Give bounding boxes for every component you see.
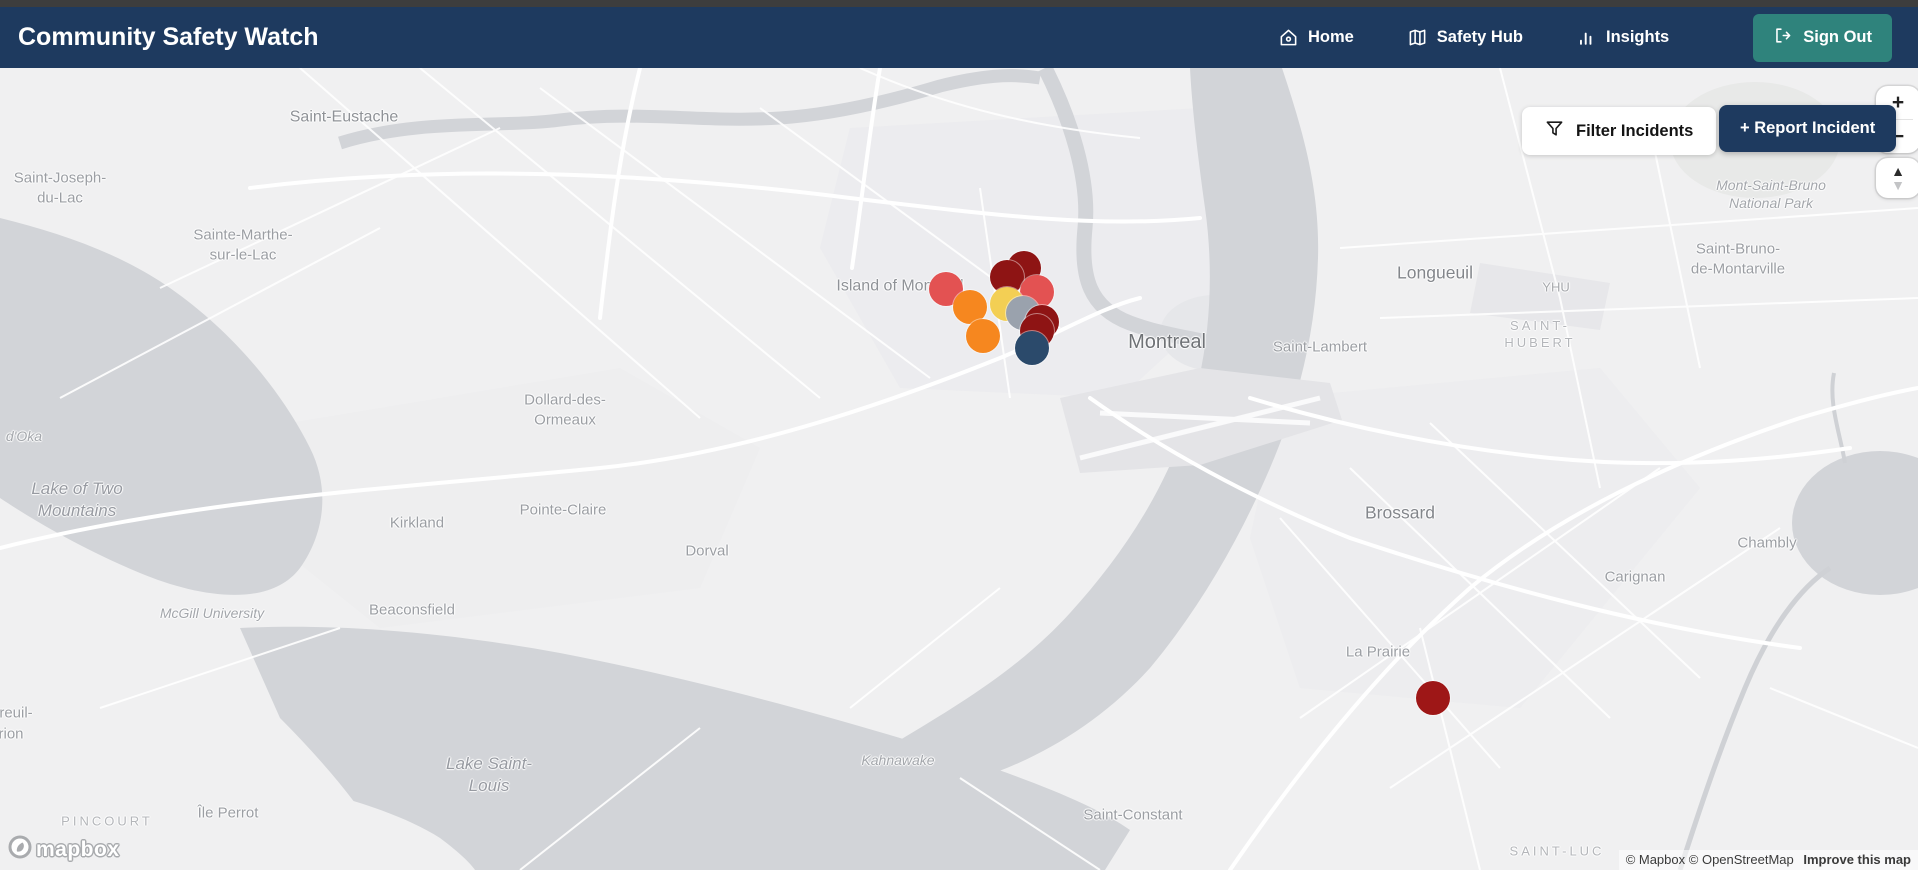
mapbox-logo[interactable]: mapbox [8, 835, 120, 864]
nav-item-insights[interactable]: Insights [1577, 28, 1669, 47]
incident-marker[interactable] [1416, 681, 1450, 715]
bar-chart-icon [1577, 28, 1596, 47]
page-title: Community Safety Watch [18, 23, 319, 51]
filter-label: Filter Incidents [1576, 121, 1694, 140]
improve-this-map-link[interactable]: Improve this map [1803, 852, 1911, 867]
pitch-down-arrow[interactable]: ▼ [1891, 178, 1905, 192]
report-incident-button[interactable]: + Report Incident [1719, 105, 1897, 152]
map-attribution: © Mapbox © OpenStreetMap Improve this ma… [1618, 850, 1918, 870]
map-basemap [0, 68, 1918, 870]
attribution-osm-link[interactable]: © OpenStreetMap [1689, 852, 1794, 867]
nav-label: Insights [1605, 28, 1670, 46]
nav-label: Safety Hub [1436, 28, 1523, 46]
mapbox-wordmark: mapbox [36, 837, 120, 861]
pitch-up-arrow[interactable]: ▲ [1891, 164, 1905, 178]
sign-out-button[interactable]: Sign Out [1753, 13, 1892, 62]
sign-out-icon [1773, 26, 1792, 50]
filter-incidents-button[interactable]: Filter Incidents [1522, 107, 1717, 155]
attribution-mapbox-link[interactable]: © Mapbox [1626, 852, 1685, 867]
map-canvas[interactable]: Saint-Eustache Saint-Joseph-du-Lac Sainte-… [0, 68, 1918, 870]
funnel-icon [1545, 119, 1564, 143]
app-header: Community Safety Watch Home Safety Hub I… [0, 7, 1918, 68]
mapbox-logo-icon [8, 835, 32, 864]
nav-item-safety-hub[interactable]: Safety Hub [1408, 28, 1523, 47]
nav-item-home[interactable]: Home [1279, 28, 1354, 47]
incident-marker[interactable] [966, 319, 1000, 353]
nav-label: Home [1307, 28, 1354, 46]
sign-out-label: Sign Out [1803, 28, 1872, 46]
map-pitch-control: ▲ ▼ [1876, 158, 1918, 198]
home-icon [1279, 28, 1298, 47]
map-icon [1408, 28, 1427, 47]
window-top-strip [0, 0, 1918, 7]
main-nav: Home Safety Hub Insights Sign Out [1279, 13, 1892, 62]
incident-marker[interactable] [1015, 331, 1049, 365]
